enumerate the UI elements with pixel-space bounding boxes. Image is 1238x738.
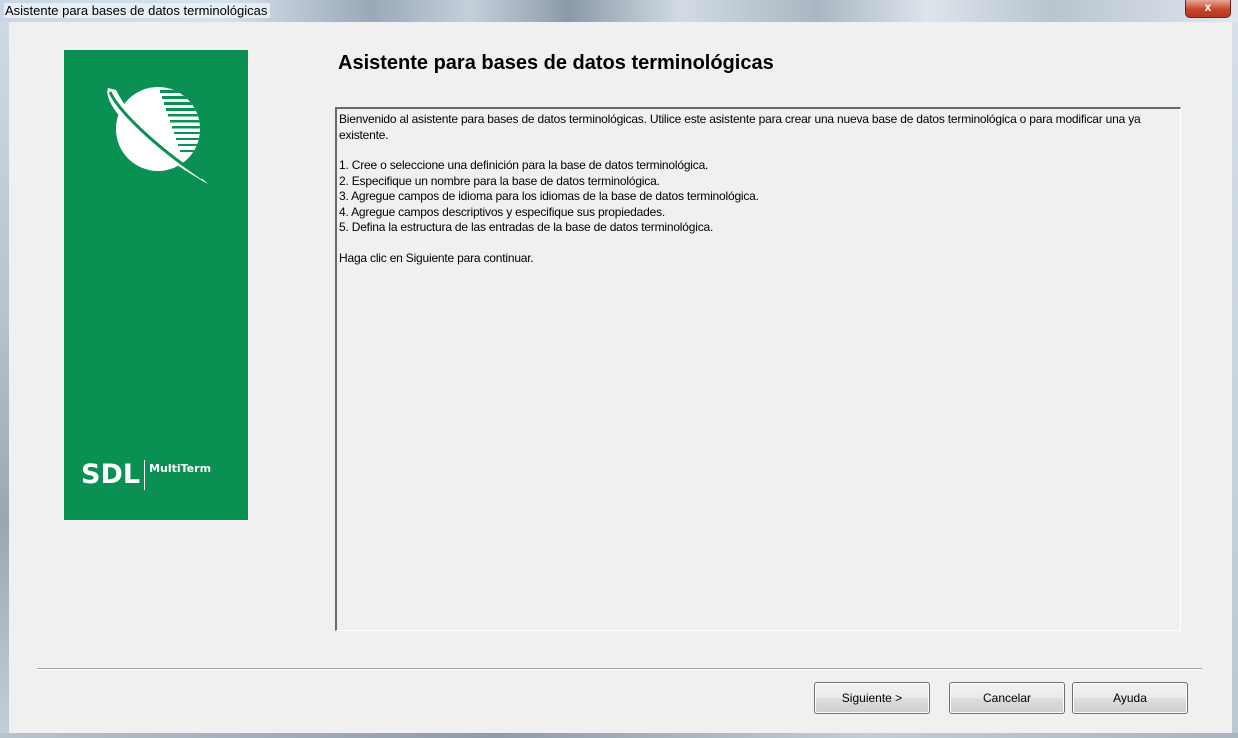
close-icon: x <box>1204 0 1212 14</box>
window-title: Asistente para bases de datos terminológ… <box>4 3 271 18</box>
globe-logo-icon <box>107 87 208 184</box>
step-item: 2. Especifique un nombre para la base de… <box>339 173 660 188</box>
intro-text: Bienvenido al asistente para bases de da… <box>339 112 1141 142</box>
side-banner: SDL MultiTerm <box>64 50 248 520</box>
step-item: 1. Cree o seleccione una definición para… <box>339 158 709 172</box>
step-item: 4. Agregue campos descriptivos y especif… <box>339 204 665 219</box>
window-frame-bottom <box>0 733 1238 738</box>
footer-separator <box>37 668 1202 670</box>
help-button[interactable]: Ayuda <box>1072 682 1188 714</box>
window-frame-right <box>1232 22 1238 738</box>
description-text: Bienvenido al asistente para bases de da… <box>339 112 1175 266</box>
close-button[interactable]: x <box>1185 0 1231 18</box>
closing-text: Haga clic en Siguiente para continuar. <box>339 250 534 265</box>
cancel-button[interactable]: Cancelar <box>949 682 1065 714</box>
window-frame-left <box>0 22 9 738</box>
title-bar[interactable]: Asistente para bases de datos terminológ… <box>0 0 1238 22</box>
next-button[interactable]: Siguiente > <box>814 682 930 714</box>
wizard-client-area: SDL MultiTerm Asistente para bases de da… <box>9 22 1232 733</box>
wizard-window: Asistente para bases de datos terminológ… <box>0 0 1238 738</box>
page-title: Asistente para bases de datos terminológ… <box>338 52 774 74</box>
brand-logo: SDL MultiTerm <box>81 460 211 490</box>
description-box: Bienvenido al asistente para bases de da… <box>335 107 1181 631</box>
step-item: 5. Defina la estructura de las entradas … <box>339 220 714 234</box>
brand-name: SDL <box>81 459 141 490</box>
product-name: MultiTerm <box>149 462 212 475</box>
brand-divider <box>144 460 146 490</box>
step-item: 3. Agregue campos de idioma para los idi… <box>339 189 759 203</box>
